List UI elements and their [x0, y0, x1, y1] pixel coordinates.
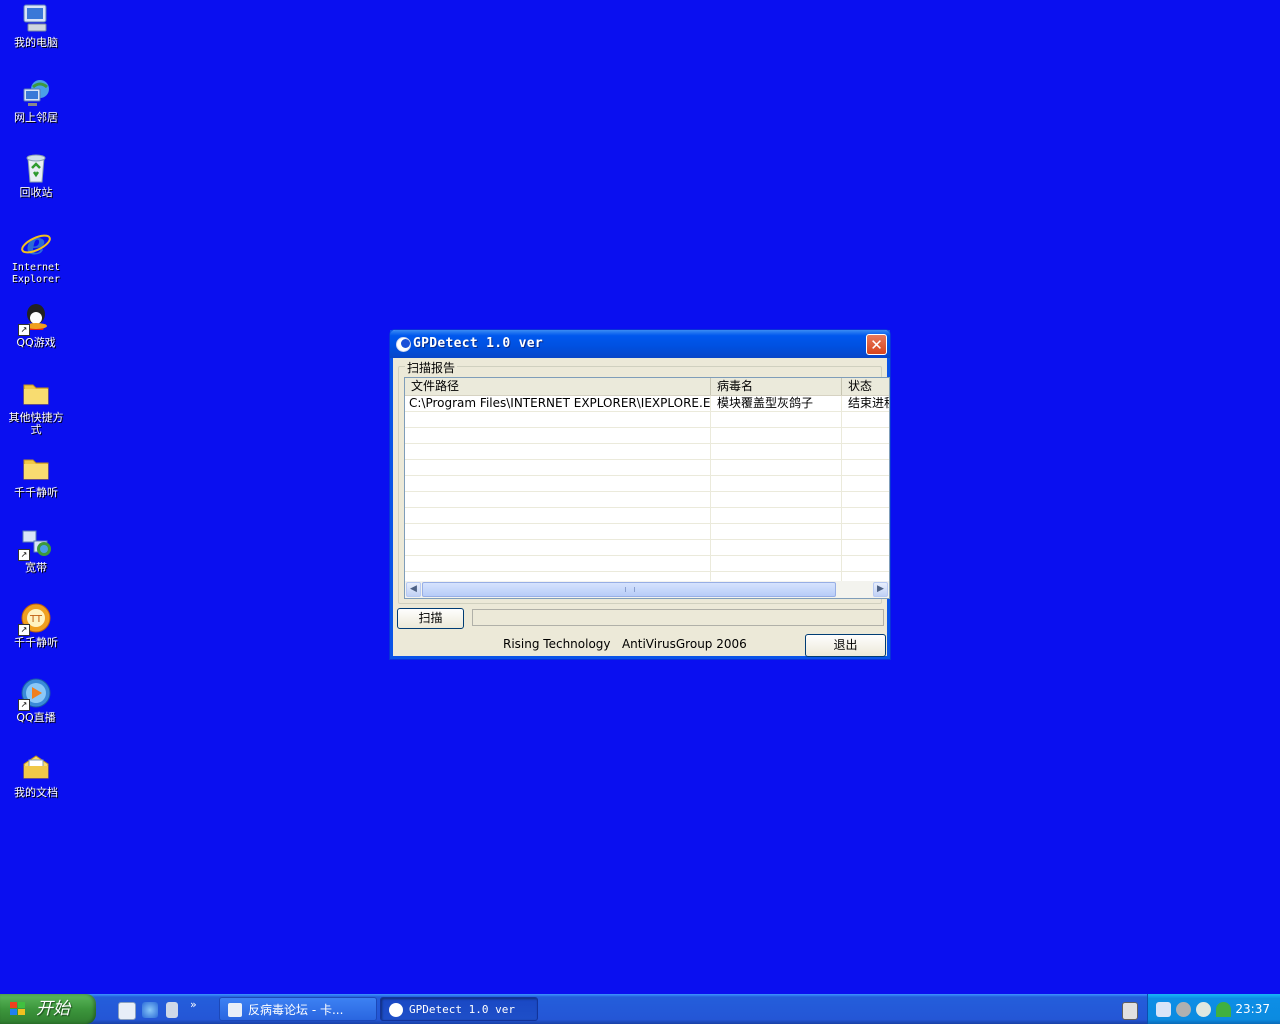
desktop-icon-other-shortcuts[interactable]: 其他快捷方式 — [4, 377, 68, 436]
table-row — [405, 460, 889, 476]
shortcut-arrow-icon: ↗ — [18, 549, 30, 561]
title-bar[interactable]: GPDetect 1.0 ver ✕ — [390, 330, 890, 358]
qq-live-icon: ↗ — [18, 677, 52, 711]
column-header-status[interactable]: 状态 — [842, 378, 889, 395]
windows-logo-icon — [10, 1002, 26, 1016]
table-row[interactable]: C:\Program Files\INTERNET EXPLORER\IEXPL… — [405, 396, 889, 412]
scroll-right-button[interactable]: ▶ — [873, 582, 888, 597]
desktop-icon-label: Internet Explorer — [11, 262, 61, 285]
start-label: 开始 — [36, 999, 70, 1019]
gpdetect-window: GPDetect 1.0 ver ✕ 扫描报告 文件路径 病毒名 状态 C:\P… — [389, 329, 891, 660]
desktop-icon-label: QQ游戏 — [16, 336, 56, 349]
close-button[interactable]: ✕ — [866, 334, 887, 355]
desktop-icon-label: QQ直播 — [16, 711, 56, 724]
system-tray: 23:37 — [1147, 994, 1280, 1024]
table-row — [405, 556, 889, 572]
browser-page-icon — [228, 1003, 242, 1017]
exit-button[interactable]: 退出 — [805, 634, 886, 657]
results-listview[interactable]: 文件路径 病毒名 状态 C:\Program Files\INTERNET EX… — [404, 377, 890, 599]
table-row — [405, 540, 889, 556]
my-computer-icon — [20, 2, 52, 34]
scrollbar-thumb[interactable] — [422, 582, 836, 597]
table-row — [405, 492, 889, 508]
desktop-icon-label: 宽带 — [25, 561, 47, 574]
table-row — [405, 508, 889, 524]
group-label: 扫描报告 — [405, 359, 458, 376]
desktop-icon-recycle-bin[interactable]: 回收站 — [4, 152, 68, 199]
cell-status: 结束进程 — [842, 396, 889, 411]
shortcut-arrow-icon: ↗ — [18, 699, 30, 711]
table-row — [405, 476, 889, 492]
scroll-left-button[interactable]: ◀ — [406, 582, 421, 597]
desktop-icon-ttplayer[interactable]: TT ↗ 千千静听 — [4, 602, 68, 649]
desktop-icon-label: 千千静听 — [14, 486, 58, 499]
scan-report-group: 扫描报告 文件路径 病毒名 状态 C:\Program Files\INTERN… — [398, 359, 890, 604]
desktop-icon-my-documents[interactable]: 我的文档 — [4, 752, 68, 799]
shortcut-arrow-icon: ↗ — [18, 624, 30, 636]
column-header-virus-name[interactable]: 病毒名 — [711, 378, 842, 395]
qq-game-icon: ↗ — [18, 302, 52, 336]
desktop-icon-ttplayer-folder[interactable]: 千千静听 — [4, 452, 68, 499]
update-tray-icon[interactable] — [1216, 1002, 1231, 1017]
desktop-icon-qq-game[interactable]: ↗ QQ游戏 — [4, 302, 68, 349]
quicklaunch-overflow-icon[interactable]: » — [190, 998, 197, 1011]
taskbar-button-forum[interactable]: 反病毒论坛 - 卡... — [219, 997, 377, 1021]
ttplayer-icon: TT ↗ — [18, 602, 52, 636]
folder-icon — [20, 452, 52, 484]
svg-text:TT: TT — [29, 614, 43, 625]
listview-header: 文件路径 病毒名 状态 — [405, 378, 889, 396]
horizontal-scrollbar[interactable]: ◀ ▶ — [405, 581, 889, 598]
antivirus-tray-icon[interactable] — [1196, 1002, 1211, 1017]
folder-icon — [20, 377, 52, 409]
desktop-icon-my-computer[interactable]: 我的电脑 — [4, 2, 68, 49]
desktop-icon-label: 其他快捷方式 — [8, 411, 64, 436]
desktop-icon-label: 我的电脑 — [14, 36, 58, 49]
window-title: GPDetect 1.0 ver — [413, 336, 544, 351]
desktop-icon-label: 网上邻居 — [14, 111, 58, 124]
cell-virus-name: 模块覆盖型灰鸽子 — [711, 396, 842, 411]
keyboard-icon[interactable] — [1122, 1002, 1138, 1020]
quicklaunch-internet-explorer-icon[interactable] — [142, 1002, 158, 1018]
app-icon — [389, 1003, 403, 1017]
my-documents-icon — [20, 752, 52, 784]
volume-tray-icon[interactable] — [1176, 1002, 1191, 1017]
column-header-path[interactable]: 文件路径 — [405, 378, 711, 395]
listview-rows: C:\Program Files\INTERNET EXPLORER\IEXPL… — [405, 396, 889, 588]
desktop-icon-label: 回收站 — [19, 186, 53, 199]
window-body: 扫描报告 文件路径 病毒名 状态 C:\Program Files\INTERN… — [394, 358, 890, 657]
quicklaunch-app-icon[interactable] — [166, 1002, 178, 1018]
grip-icon — [625, 587, 635, 592]
desktop-icon-label: 我的文档 — [14, 786, 58, 799]
scan-progress-bar — [472, 609, 884, 626]
start-button[interactable]: 开始 — [0, 994, 96, 1024]
taskbar-button-label: 反病毒论坛 - 卡... — [248, 1003, 344, 1017]
desktop-icon-qq-live[interactable]: ↗ QQ直播 — [4, 677, 68, 724]
network-places-icon — [20, 77, 52, 109]
table-row — [405, 524, 889, 540]
broadband-icon: ↗ — [18, 527, 52, 561]
taskbar-button-gpdetect[interactable]: GPDetect 1.0 ver — [380, 997, 538, 1021]
quicklaunch-show-desktop-icon[interactable] — [118, 1002, 136, 1020]
network-tray-icon[interactable] — [1156, 1002, 1171, 1017]
clock[interactable]: 23:37 — [1235, 994, 1270, 1024]
shortcut-arrow-icon: ↗ — [18, 324, 30, 336]
recycle-bin-icon — [20, 152, 52, 184]
desktop-icon-label: 千千静听 — [14, 636, 58, 649]
table-row — [405, 444, 889, 460]
desktop-icon-broadband[interactable]: ↗ 宽带 — [4, 527, 68, 574]
footer-credits: Rising Technology AntiVirusGroup 2006 — [503, 637, 747, 651]
svg-text:e: e — [26, 227, 45, 259]
app-icon — [396, 337, 411, 352]
table-row — [405, 412, 889, 428]
table-row — [405, 428, 889, 444]
internet-explorer-icon: e — [20, 227, 52, 262]
taskbar: 开始 » 反病毒论坛 - 卡... GPDetect 1.0 ver 23:37 — [0, 994, 1280, 1024]
taskbar-button-label: GPDetect 1.0 ver — [409, 1003, 515, 1016]
desktop-icon-internet-explorer[interactable]: e Internet Explorer — [4, 227, 68, 286]
desktop-icon-network-places[interactable]: 网上邻居 — [4, 77, 68, 124]
scan-button[interactable]: 扫描 — [397, 608, 464, 629]
cell-path: C:\Program Files\INTERNET EXPLORER\IEXPL… — [405, 396, 711, 411]
